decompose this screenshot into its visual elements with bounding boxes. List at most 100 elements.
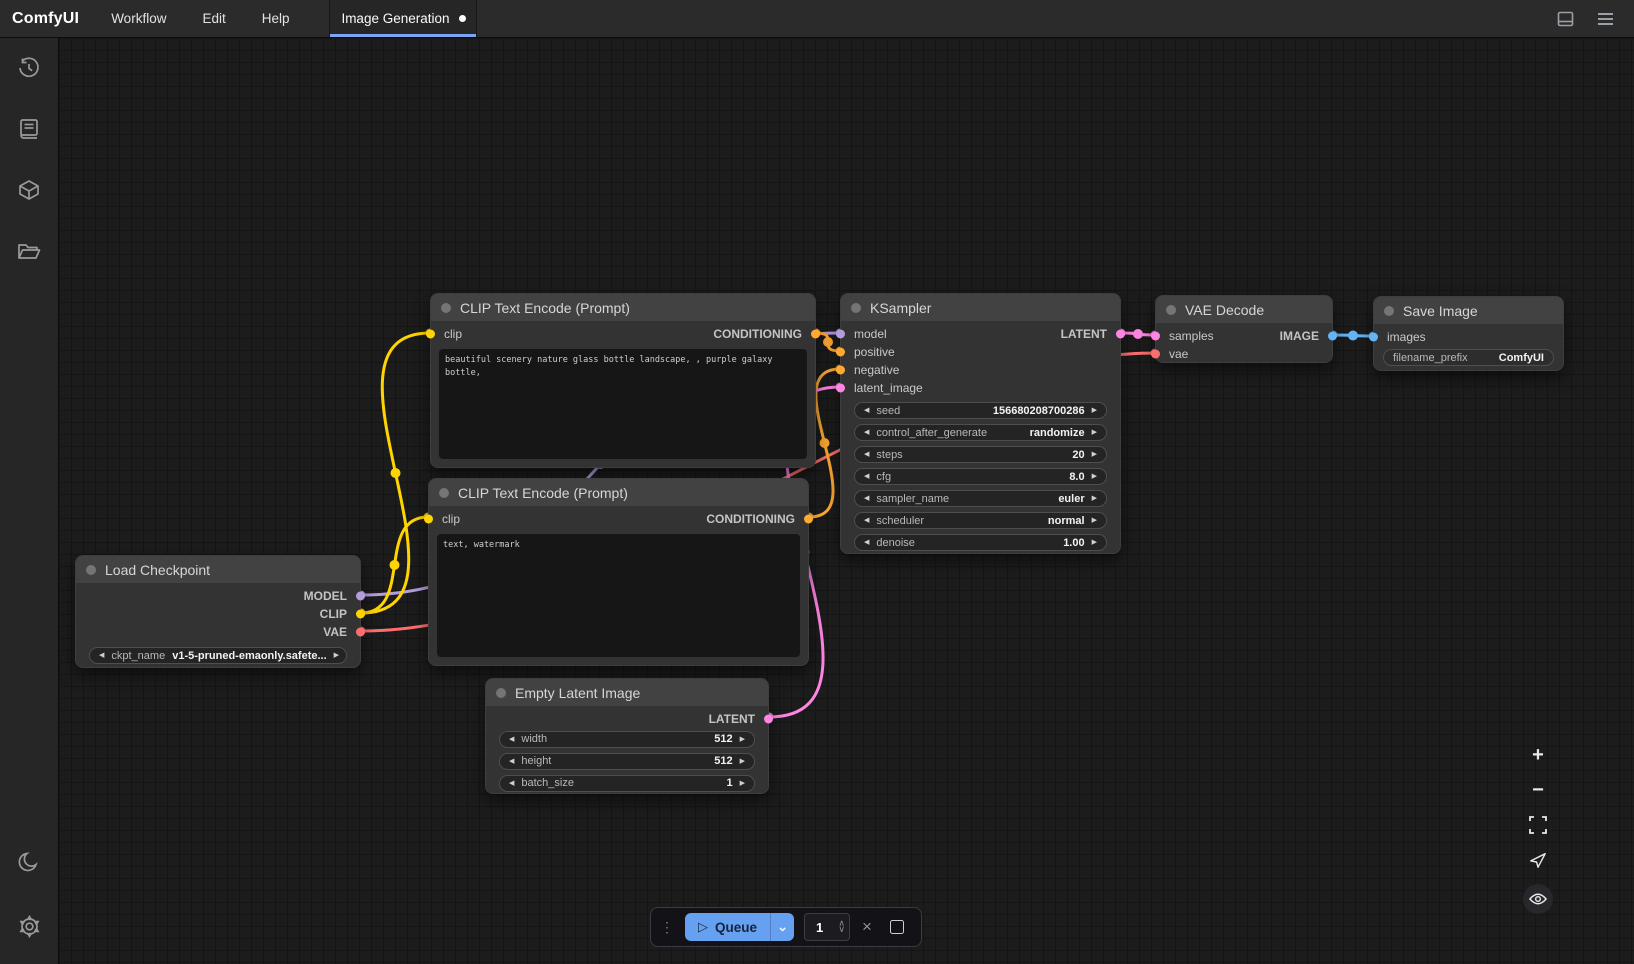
widget-value: 512 — [714, 733, 732, 745]
output-port-image[interactable] — [1328, 332, 1337, 341]
menu-edit[interactable]: Edit — [184, 11, 243, 26]
arrow-right-icon[interactable]: ▶ — [740, 780, 745, 787]
arrow-left-icon[interactable]: ◀ — [864, 473, 869, 480]
zoom-in-button[interactable]: + — [1525, 744, 1551, 766]
node-save-image[interactable]: Save Image images filename_prefix ComfyU… — [1373, 296, 1564, 371]
prompt-textarea-negative[interactable]: text, watermark — [437, 534, 800, 657]
fit-view-button[interactable] — [1525, 814, 1551, 836]
input-port-images[interactable] — [1369, 333, 1378, 342]
widget-height[interactable]: ◀ height 512 ▶ — [499, 753, 755, 770]
arrow-right-icon[interactable]: ▶ — [1092, 473, 1097, 480]
stop-icon[interactable] — [890, 920, 904, 934]
output-port-model[interactable] — [356, 592, 365, 601]
model-library-icon[interactable] — [9, 170, 49, 210]
arrow-left-icon[interactable]: ◀ — [864, 429, 869, 436]
theme-moon-icon[interactable] — [9, 842, 49, 882]
arrow-left-icon[interactable]: ◀ — [864, 517, 869, 524]
widget-seed[interactable]: ◀ seed 156680208700286 ▶ — [854, 402, 1107, 419]
widget-control-after-generate[interactable]: ◀ control_after_generate randomize ▶ — [854, 424, 1107, 441]
clear-queue-icon[interactable]: × — [860, 917, 874, 937]
widget-denoise[interactable]: ◀ denoise 1.00 ▶ — [854, 534, 1107, 551]
arrow-left-icon[interactable]: ◀ — [864, 407, 869, 414]
queue-button[interactable]: ▷ Queue ⌄ — [685, 913, 794, 941]
node-load-checkpoint[interactable]: Load Checkpoint MODEL CLIP VAE ◀ ckpt_na… — [75, 555, 361, 668]
queue-history-icon[interactable] — [9, 48, 49, 88]
app-logo: ComfyUI — [0, 10, 93, 28]
node-header[interactable]: Save Image — [1374, 297, 1563, 324]
widget-sampler-name[interactable]: ◀ sampler_name euler ▶ — [854, 490, 1107, 507]
arrow-right-icon[interactable]: ▶ — [740, 758, 745, 765]
menu-workflow[interactable]: Workflow — [93, 11, 184, 26]
prompt-textarea-positive[interactable]: beautiful scenery nature glass bottle la… — [439, 349, 807, 459]
node-ksampler[interactable]: KSampler model LATENT positive negative … — [840, 293, 1121, 554]
tab-image-generation[interactable]: Image Generation — [329, 0, 477, 37]
batch-count-input[interactable]: 1 ∧ ∨ — [804, 913, 850, 941]
input-port-samples[interactable] — [1151, 332, 1160, 341]
widget-cfg[interactable]: ◀ cfg 8.0 ▶ — [854, 468, 1107, 485]
node-vae-decode[interactable]: VAE Decode samples IMAGE vae — [1155, 295, 1333, 363]
widget-batch-size[interactable]: ◀ batch_size 1 ▶ — [499, 775, 755, 792]
output-port-vae[interactable] — [356, 628, 365, 637]
widget-steps[interactable]: ◀ steps 20 ▶ — [854, 446, 1107, 463]
arrow-right-icon[interactable]: ▶ — [1092, 451, 1097, 458]
zoom-out-button[interactable]: − — [1525, 779, 1551, 801]
queue-options-chevron[interactable]: ⌄ — [770, 913, 794, 941]
arrow-left-icon[interactable]: ◀ — [864, 539, 869, 546]
input-port-vae[interactable] — [1151, 350, 1160, 359]
widget-width[interactable]: ◀ width 512 ▶ — [499, 731, 755, 748]
toggle-link-visibility-button[interactable] — [1523, 884, 1553, 914]
arrow-left-icon[interactable]: ◀ — [509, 780, 514, 787]
arrow-right-icon[interactable]: ▶ — [334, 652, 339, 659]
node-empty-latent-image[interactable]: Empty Latent Image LATENT ◀ width 512 ▶ … — [485, 678, 769, 794]
menu-help[interactable]: Help — [244, 11, 308, 26]
widget-label: control_after_generate — [876, 427, 987, 439]
input-port-clip[interactable] — [424, 515, 433, 524]
bottom-panel-icon[interactable] — [1550, 4, 1580, 34]
arrow-left-icon[interactable]: ◀ — [509, 758, 514, 765]
widget-value: randomize — [1030, 427, 1085, 439]
stepper-down-icon[interactable]: ∨ — [838, 927, 845, 933]
arrow-right-icon[interactable]: ▶ — [1092, 539, 1097, 546]
input-port-negative[interactable] — [836, 366, 845, 375]
node-header[interactable]: KSampler — [841, 294, 1120, 321]
input-port-positive[interactable] — [836, 348, 845, 357]
widget-scheduler[interactable]: ◀ scheduler normal ▶ — [854, 512, 1107, 529]
input-port-model[interactable] — [836, 330, 845, 339]
arrow-left-icon[interactable]: ◀ — [864, 451, 869, 458]
hamburger-menu-icon[interactable] — [1590, 4, 1620, 34]
arrow-left-icon[interactable]: ◀ — [864, 495, 869, 502]
output-port-conditioning[interactable] — [804, 515, 813, 524]
node-clip-text-encode-positive[interactable]: CLIP Text Encode (Prompt) clip CONDITION… — [430, 293, 816, 468]
output-port-latent[interactable] — [1116, 330, 1125, 339]
logs-icon[interactable] — [9, 109, 49, 149]
output-label-conditioning: CONDITIONING — [706, 512, 795, 526]
node-header[interactable]: Load Checkpoint — [76, 556, 360, 583]
arrow-left-icon[interactable]: ◀ — [509, 736, 514, 743]
settings-gear-icon[interactable] — [9, 906, 49, 946]
output-port-latent[interactable] — [764, 715, 773, 724]
output-label-conditioning: CONDITIONING — [713, 327, 802, 341]
node-clip-text-encode-negative[interactable]: CLIP Text Encode (Prompt) clip CONDITION… — [428, 478, 809, 666]
node-header[interactable]: CLIP Text Encode (Prompt) — [429, 479, 808, 506]
input-port-clip[interactable] — [426, 330, 435, 339]
output-port-clip[interactable] — [356, 610, 365, 619]
arrow-left-icon[interactable]: ◀ — [99, 652, 104, 659]
select-mode-button[interactable] — [1525, 849, 1551, 871]
node-header[interactable]: VAE Decode — [1156, 296, 1332, 323]
workflows-folder-icon[interactable] — [9, 231, 49, 271]
arrow-right-icon[interactable]: ▶ — [1092, 429, 1097, 436]
output-port-conditioning[interactable] — [811, 330, 820, 339]
arrow-right-icon[interactable]: ▶ — [740, 736, 745, 743]
output-label-latent: LATENT — [709, 712, 755, 726]
tab-label: Image Generation — [341, 11, 449, 26]
node-header[interactable]: Empty Latent Image — [486, 679, 768, 706]
arrow-right-icon[interactable]: ▶ — [1092, 517, 1097, 524]
input-label-clip: clip — [442, 512, 460, 526]
input-port-latent-image[interactable] — [836, 384, 845, 393]
widget-ckpt-name[interactable]: ◀ ckpt_name v1-5-pruned-emaonly.safete..… — [89, 647, 347, 664]
drag-grip-icon[interactable]: ⋮ — [660, 919, 675, 936]
widget-filename-prefix[interactable]: filename_prefix ComfyUI — [1383, 349, 1554, 366]
node-header[interactable]: CLIP Text Encode (Prompt) — [431, 294, 815, 321]
arrow-right-icon[interactable]: ▶ — [1092, 407, 1097, 414]
arrow-right-icon[interactable]: ▶ — [1092, 495, 1097, 502]
